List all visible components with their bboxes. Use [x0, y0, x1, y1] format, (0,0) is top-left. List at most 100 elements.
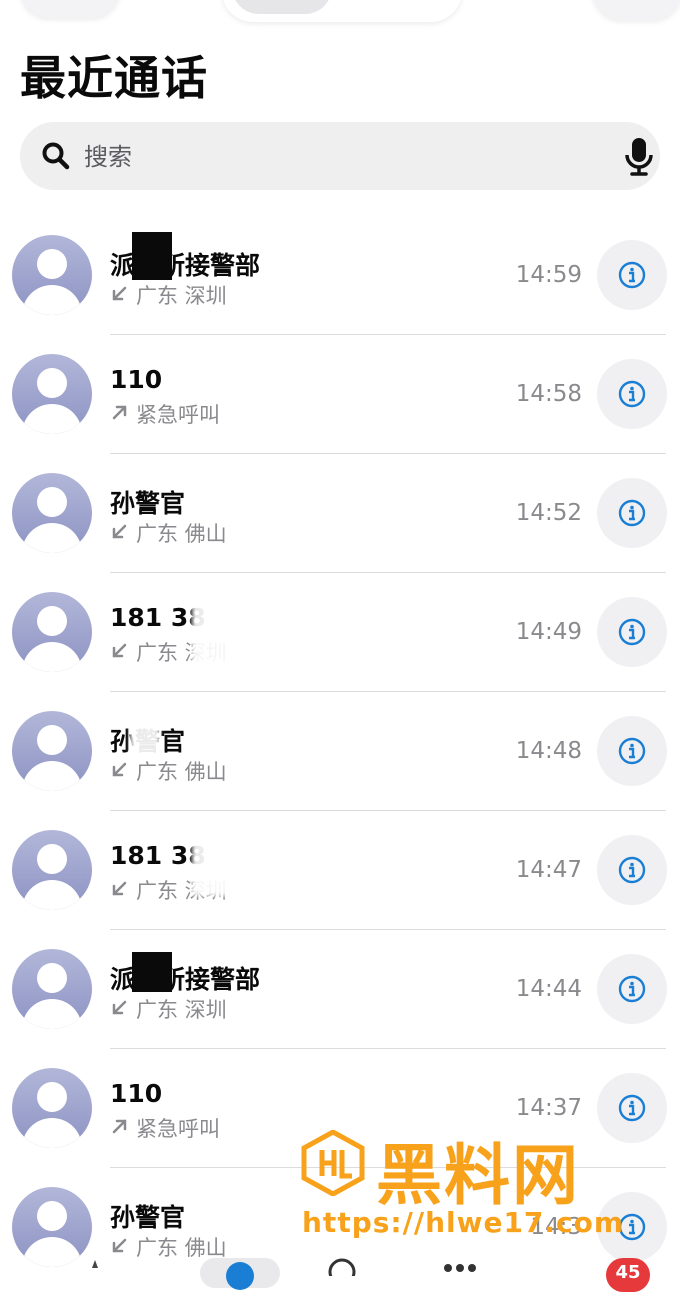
privacy-redaction	[192, 600, 232, 670]
avatar-head	[37, 368, 67, 398]
info-button[interactable]	[597, 359, 667, 429]
incoming-call-icon	[110, 522, 136, 546]
info-icon	[618, 737, 646, 765]
microphone-icon[interactable]	[622, 136, 656, 176]
avatar-body	[22, 404, 82, 434]
incoming-call-icon	[110, 284, 136, 308]
call-time: 14:47	[515, 857, 582, 883]
call-row[interactable]: 110 紧急呼叫 14:58	[0, 335, 680, 454]
call-time: 14:48	[515, 738, 582, 764]
outgoing-call-icon	[110, 1117, 136, 1141]
avatar-body	[22, 999, 82, 1029]
info-icon	[618, 261, 646, 289]
contacts-tab-icon[interactable]	[325, 1256, 359, 1276]
call-location: 广东 佛山	[136, 760, 227, 784]
info-button[interactable]	[597, 240, 667, 310]
search-icon	[42, 142, 70, 170]
top-right-button[interactable]	[592, 0, 680, 20]
call-subtitle: 紧急呼叫	[110, 399, 220, 429]
privacy-redaction	[192, 836, 292, 896]
contact-avatar	[12, 354, 92, 434]
call-row[interactable]: 181 38 广东 深圳 14:47	[0, 811, 680, 930]
watermark-logo	[301, 1130, 365, 1196]
favorites-tab-icon[interactable]	[80, 1256, 110, 1276]
search-bar[interactable]	[20, 122, 660, 190]
info-icon	[618, 380, 646, 408]
caller-name: 孙警官	[110, 1203, 186, 1232]
contact-avatar	[12, 592, 92, 672]
privacy-redaction	[132, 952, 172, 992]
watermark-title: 黑料网	[376, 1137, 580, 1214]
call-subtitle: 广东 深圳	[110, 280, 227, 310]
caller-name: 110	[110, 1079, 163, 1108]
info-button[interactable]	[597, 716, 667, 786]
avatar-head	[37, 1082, 67, 1112]
avatar-head	[37, 1201, 67, 1231]
call-row[interactable]: 派出所接警部 广东 深圳 14:59	[0, 216, 680, 335]
call-row[interactable]: 孙警官广东 佛山14:48	[0, 692, 680, 811]
call-row[interactable]: 181 38 广东 深圳 14:49	[0, 573, 680, 692]
call-location: 广东 深圳	[136, 998, 227, 1022]
avatar-body	[22, 285, 82, 315]
avatar-body	[22, 642, 82, 672]
caller-name: 孙警官	[110, 489, 186, 518]
caller-name: 110	[110, 365, 163, 394]
call-row[interactable]: 孙警官广东 佛山 14:52	[0, 454, 680, 573]
privacy-redaction	[130, 700, 160, 758]
incoming-call-icon	[110, 879, 136, 903]
info-button[interactable]	[597, 597, 667, 667]
call-location: 广东 佛山	[136, 522, 227, 546]
info-button[interactable]	[597, 954, 667, 1024]
avatar-body	[22, 880, 82, 910]
page-title: 最近通话	[20, 51, 208, 105]
call-subtitle: 广东 佛山	[110, 756, 227, 786]
call-row[interactable]: 派出所接警部 广东 深圳 14:44	[0, 930, 680, 1049]
avatar-body	[22, 1118, 82, 1148]
call-time: 14:52	[515, 500, 582, 526]
contact-avatar	[12, 711, 92, 791]
call-time: 14:49	[515, 619, 582, 645]
outgoing-call-icon	[110, 403, 136, 427]
avatar-head	[37, 487, 67, 517]
voicemail-badge: 45	[606, 1258, 650, 1292]
info-icon	[618, 499, 646, 527]
info-icon	[618, 856, 646, 884]
incoming-call-icon	[110, 641, 136, 665]
incoming-call-icon	[110, 760, 136, 784]
contact-avatar	[12, 235, 92, 315]
top-left-button[interactable]	[20, 0, 120, 18]
avatar-head	[37, 844, 67, 874]
avatar-body	[22, 523, 82, 553]
contact-avatar	[12, 1068, 92, 1148]
avatar-head	[37, 249, 67, 279]
search-input[interactable]	[82, 136, 586, 178]
call-subtitle: 紧急呼叫	[110, 1113, 220, 1143]
incoming-call-icon	[110, 998, 136, 1022]
call-time: 14:59	[515, 262, 582, 288]
keypad-tab-icon[interactable]	[440, 1258, 480, 1276]
avatar-head	[37, 725, 67, 755]
avatar-body	[22, 761, 82, 791]
contact-avatar	[12, 830, 92, 910]
call-subtitle: 广东 深圳	[110, 994, 227, 1024]
recents-tab[interactable]	[200, 1258, 280, 1290]
avatar-head	[37, 963, 67, 993]
watermark: 黑料网 https://hlwe17.com	[300, 1128, 660, 1258]
info-icon	[618, 618, 646, 646]
call-location: 紧急呼叫	[136, 1117, 220, 1141]
info-button[interactable]	[597, 478, 667, 548]
avatar-head	[37, 606, 67, 636]
call-location: 紧急呼叫	[136, 403, 220, 427]
recents-tab-icon	[226, 1262, 254, 1290]
call-time: 14:37	[515, 1095, 582, 1121]
info-icon	[618, 975, 646, 1003]
watermark-url: https://hlwe17.com	[302, 1206, 625, 1239]
info-icon	[618, 1094, 646, 1122]
call-time: 14:58	[515, 381, 582, 407]
call-location: 广东 深圳	[136, 284, 227, 308]
info-button[interactable]	[597, 835, 667, 905]
call-time: 14:44	[515, 976, 582, 1002]
privacy-redaction	[132, 232, 172, 280]
contact-avatar	[12, 473, 92, 553]
call-subtitle: 广东 佛山	[110, 518, 227, 548]
